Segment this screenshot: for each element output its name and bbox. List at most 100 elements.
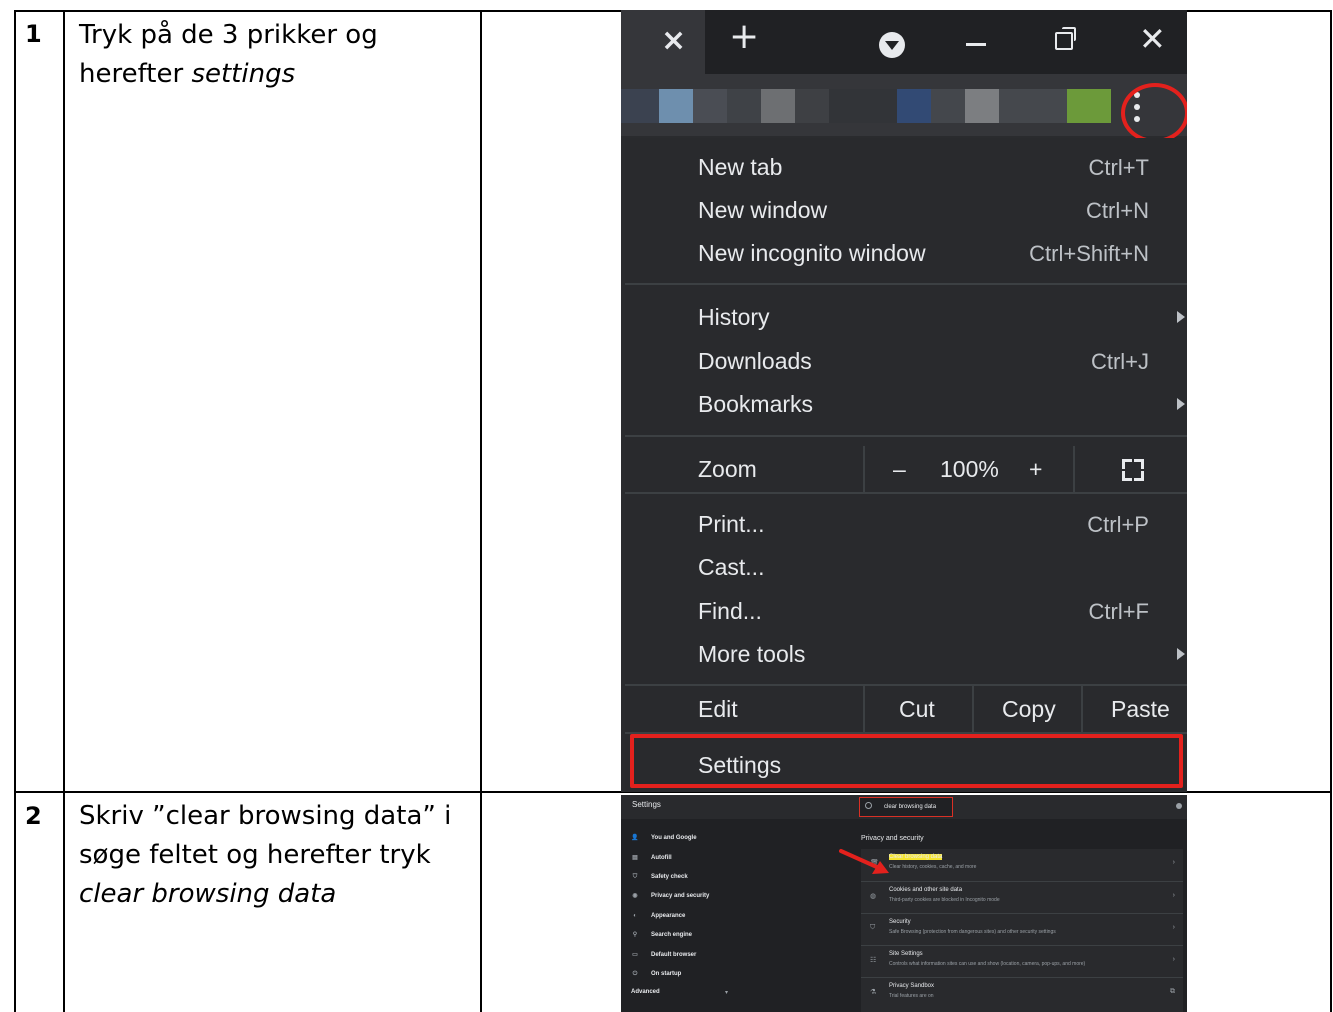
row-description: Trial features are on bbox=[889, 993, 934, 999]
settings-search-field[interactable]: clear browsing data bbox=[859, 797, 953, 817]
menu-label: Find... bbox=[698, 598, 762, 624]
cookie-icon: ◍ bbox=[870, 893, 877, 900]
cut-label: Cut bbox=[899, 696, 935, 722]
red-arrow-icon bbox=[839, 849, 889, 874]
blurred-bookmark bbox=[931, 89, 965, 123]
menu-shortcut: Ctrl+N bbox=[1086, 198, 1149, 223]
minimize-icon[interactable] bbox=[966, 43, 986, 46]
menu-item-new-window[interactable]: New window Ctrl+N bbox=[625, 189, 1187, 232]
blurred-bookmark bbox=[621, 89, 659, 123]
menu-item-find[interactable]: Find... Ctrl+F bbox=[625, 590, 1187, 633]
edit-label: Edit bbox=[698, 696, 738, 722]
menu-item-print[interactable]: Print... Ctrl+P bbox=[625, 503, 1187, 546]
copy-label: Copy bbox=[1002, 696, 1056, 722]
sidebar-label: On startup bbox=[651, 971, 682, 977]
menu-shortcut: Ctrl+T bbox=[1088, 155, 1150, 180]
step-2-line-1: Skriv ”clear browsing data” i bbox=[79, 801, 452, 831]
chevron-down-icon: ▾ bbox=[725, 990, 729, 996]
sidebar-label: You and Google bbox=[651, 835, 697, 841]
menu-label: Downloads bbox=[698, 348, 812, 374]
menu-separator bbox=[625, 283, 1187, 285]
menu-item-history[interactable]: History bbox=[625, 296, 1187, 339]
sidebar-label: Safety check bbox=[651, 874, 688, 880]
chrome-main-menu: New tab Ctrl+T New window Ctrl+N New inc… bbox=[625, 138, 1187, 792]
clear-search-icon[interactable] bbox=[1176, 803, 1182, 809]
row-title: Security bbox=[889, 919, 911, 925]
menu-label: More tools bbox=[698, 641, 806, 667]
flask-icon: ⚗ bbox=[870, 989, 877, 996]
settings-sidebar: 👤 You and Google ▤ Autofill ⛉ Safety check … bbox=[621, 819, 856, 1012]
sidebar-item-default-browser[interactable]: ▭ Default browser bbox=[631, 950, 696, 960]
sidebar-item-safety-check[interactable]: ⛉ Safety check bbox=[631, 872, 688, 882]
row-cookies[interactable]: ◍ Cookies and other site data Third-part… bbox=[861, 881, 1183, 913]
shield-icon: ⛉ bbox=[632, 874, 638, 880]
menu-item-new-incognito[interactable]: New incognito window Ctrl+Shift+N bbox=[625, 232, 1187, 275]
settings-header: Settings clear browsing data bbox=[621, 795, 1187, 819]
sidebar-label: Search engine bbox=[651, 932, 693, 938]
menu-label: History bbox=[698, 304, 770, 330]
blurred-bookmark bbox=[659, 89, 693, 123]
zoom-level: 100% bbox=[940, 456, 999, 482]
step-1-prefix: herefter bbox=[79, 59, 192, 89]
menu-shortcut: Ctrl+F bbox=[1088, 599, 1150, 624]
blurred-bookmark bbox=[829, 89, 897, 123]
step-text-1: Tryk på de 3 prikker og herefter setting… bbox=[79, 16, 378, 94]
blurred-bookmark bbox=[727, 89, 761, 123]
cut-button[interactable]: Cut bbox=[863, 686, 973, 732]
power-icon: ⏻ bbox=[632, 971, 638, 977]
sidebar-advanced[interactable]: Advanced bbox=[631, 989, 660, 995]
close-tab-icon[interactable]: × bbox=[661, 26, 686, 56]
sidebar-item-autofill[interactable]: ▤ Autofill bbox=[631, 853, 672, 863]
blurred-bookmark bbox=[999, 89, 1067, 123]
row-clear-browsing-data[interactable]: 🗑 Clear browsing data Clear history, coo… bbox=[861, 849, 1183, 880]
row-security[interactable]: ⛉ Security Safe Browsing (protection fro… bbox=[861, 913, 1183, 945]
row-site-settings[interactable]: ☷ Site Settings Controls what informatio… bbox=[861, 945, 1183, 977]
zoom-in-button[interactable]: + bbox=[1029, 446, 1042, 492]
highlight-circle bbox=[1121, 83, 1187, 143]
copy-button[interactable]: Copy bbox=[972, 686, 1082, 732]
menu-shortcut: Ctrl+Shift+N bbox=[1029, 241, 1149, 266]
menu-item-more-tools[interactable]: More tools bbox=[625, 633, 1187, 676]
privacy-settings-card: 🗑 Clear browsing data Clear history, coo… bbox=[861, 849, 1183, 1012]
menu-item-new-tab[interactable]: New tab Ctrl+T bbox=[625, 146, 1187, 189]
chevron-right-icon: › bbox=[1172, 924, 1175, 931]
new-tab-icon[interactable]: + bbox=[729, 19, 759, 55]
sidebar-item-on-startup[interactable]: ⏻ On startup bbox=[631, 969, 682, 979]
restore-icon[interactable] bbox=[1055, 27, 1076, 50]
row-privacy-sandbox[interactable]: ⚗ Privacy Sandbox Trial features are on … bbox=[861, 977, 1183, 1009]
row-title: Privacy Sandbox bbox=[889, 983, 935, 989]
paste-label: Paste bbox=[1111, 696, 1170, 722]
table-border-col2 bbox=[480, 10, 482, 1012]
paste-button[interactable]: Paste bbox=[1081, 686, 1187, 732]
submenu-arrow-icon bbox=[1177, 398, 1185, 410]
chevron-right-icon: › bbox=[1172, 859, 1175, 866]
sidebar-item-you-and-google[interactable]: 👤 You and Google bbox=[631, 833, 697, 843]
blurred-bookmark bbox=[795, 89, 829, 123]
blurred-bookmark bbox=[1067, 89, 1111, 123]
sidebar-item-search-engine[interactable]: ⚲ Search engine bbox=[631, 930, 692, 940]
search-icon: ⚲ bbox=[632, 932, 638, 938]
zoom-out-button[interactable]: – bbox=[893, 446, 906, 492]
menu-item-downloads[interactable]: Downloads Ctrl+J bbox=[625, 340, 1187, 383]
external-link-icon: ⧉ bbox=[1170, 988, 1175, 995]
shield-icon: ⛉ bbox=[870, 924, 876, 931]
sidebar-item-privacy[interactable]: ◉ Privacy and security bbox=[631, 891, 709, 901]
tab-search-icon[interactable] bbox=[879, 32, 905, 58]
menu-label: Bookmarks bbox=[698, 391, 814, 417]
submenu-arrow-icon bbox=[1177, 648, 1185, 660]
privacy-section-title: Privacy and security bbox=[861, 835, 924, 842]
sidebar-label: Autofill bbox=[651, 855, 672, 861]
sidebar-item-appearance[interactable]: ◐ Appearance bbox=[631, 911, 685, 921]
close-window-icon[interactable]: ✕ bbox=[1139, 23, 1166, 55]
menu-separator bbox=[625, 492, 1187, 494]
table-border-left bbox=[14, 10, 16, 1012]
menu-item-bookmarks[interactable]: Bookmarks bbox=[625, 383, 1187, 426]
chrome-menu-screenshot: × + ✕ New tab Ctrl+T New window Ctrl+N N… bbox=[621, 10, 1187, 792]
step-2-line-3: clear browsing data bbox=[79, 875, 451, 914]
menu-label: New tab bbox=[698, 154, 783, 180]
settings-screenshot: Settings clear browsing data 👤 You and Go… bbox=[621, 795, 1187, 1012]
step-1-emphasis: settings bbox=[191, 59, 296, 89]
menu-item-cast[interactable]: Cast... bbox=[625, 546, 1187, 589]
step-1-line-2: herefter settings bbox=[79, 55, 378, 94]
search-value: clear browsing data bbox=[884, 804, 937, 810]
